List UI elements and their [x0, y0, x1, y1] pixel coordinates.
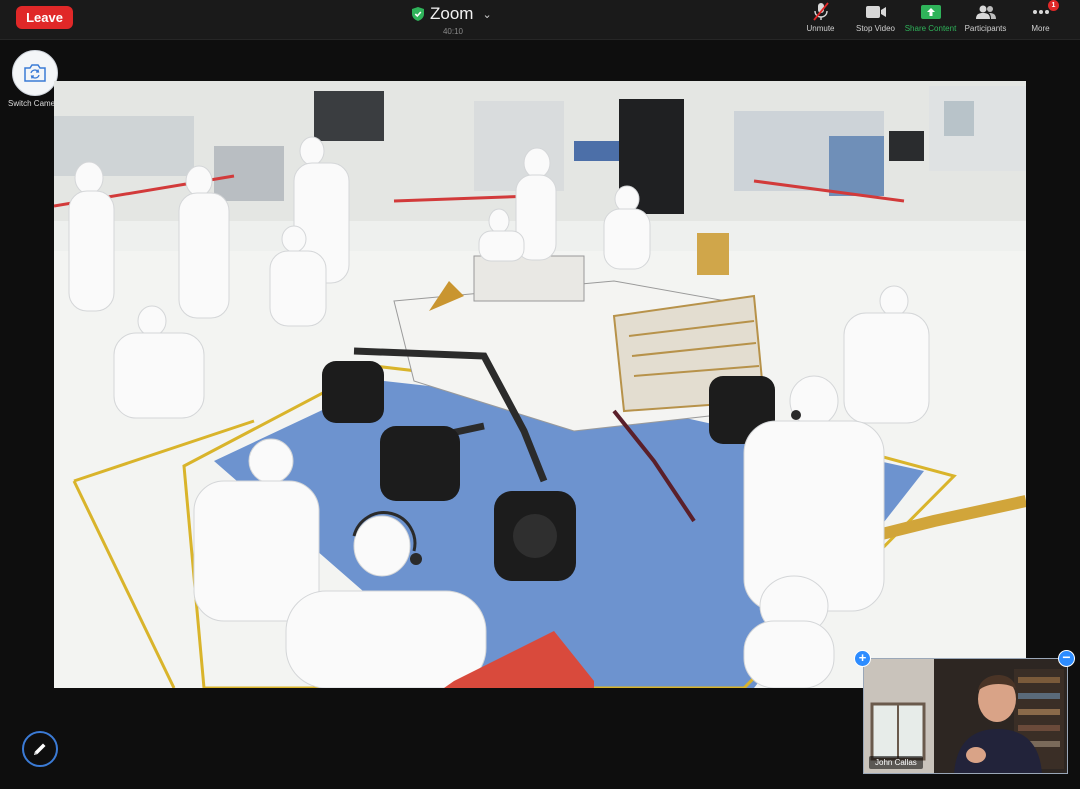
- secure-shield-icon: [412, 7, 424, 21]
- expand-video-button[interactable]: +: [854, 650, 871, 667]
- share-content-button[interactable]: Share Content: [903, 2, 958, 36]
- meeting-toolbar: Leave Zoom ⌄ 40:10 Unmute Stop Video Sha…: [0, 0, 1080, 40]
- stop-video-label: Stop Video: [856, 24, 895, 33]
- shared-screen-content: [54, 81, 1026, 688]
- share-content-label: Share Content: [904, 24, 957, 33]
- zoom-meeting-window: Leave Zoom ⌄ 40:10 Unmute Stop Video Sha…: [0, 0, 1080, 789]
- participant-name-tag: John Callas: [869, 756, 923, 769]
- leave-button[interactable]: Leave: [16, 6, 73, 29]
- unmute-label: Unmute: [806, 24, 835, 33]
- notification-badge: 1: [1048, 0, 1059, 11]
- annotate-button[interactable]: [22, 731, 58, 767]
- meeting-title[interactable]: Zoom ⌄: [412, 4, 492, 24]
- minimize-video-button[interactable]: −: [1058, 650, 1075, 667]
- participants-label: Participants: [964, 24, 1007, 33]
- more-label: More: [1031, 24, 1050, 33]
- participants-icon: [975, 2, 997, 22]
- pencil-icon: [34, 743, 46, 755]
- participants-button[interactable]: Participants: [958, 2, 1013, 36]
- share-screen-icon: [920, 2, 942, 22]
- microphone-muted-icon: [810, 2, 832, 22]
- stop-video-button[interactable]: Stop Video: [848, 2, 903, 36]
- switch-camera-button[interactable]: [12, 50, 58, 96]
- video-camera-icon: [865, 2, 887, 22]
- toolbar-actions: Unmute Stop Video Share Content Particip…: [793, 0, 1068, 36]
- chevron-down-icon: ⌄: [482, 8, 492, 21]
- meeting-timer: 40:10: [442, 27, 464, 36]
- camera-switch-icon: [24, 64, 46, 82]
- shared-photo: [54, 81, 1026, 688]
- unmute-button[interactable]: Unmute: [793, 2, 848, 36]
- more-button[interactable]: 1 More: [1013, 0, 1068, 36]
- meeting-title-text: Zoom: [430, 4, 474, 23]
- self-view-video[interactable]: John Callas: [863, 658, 1068, 774]
